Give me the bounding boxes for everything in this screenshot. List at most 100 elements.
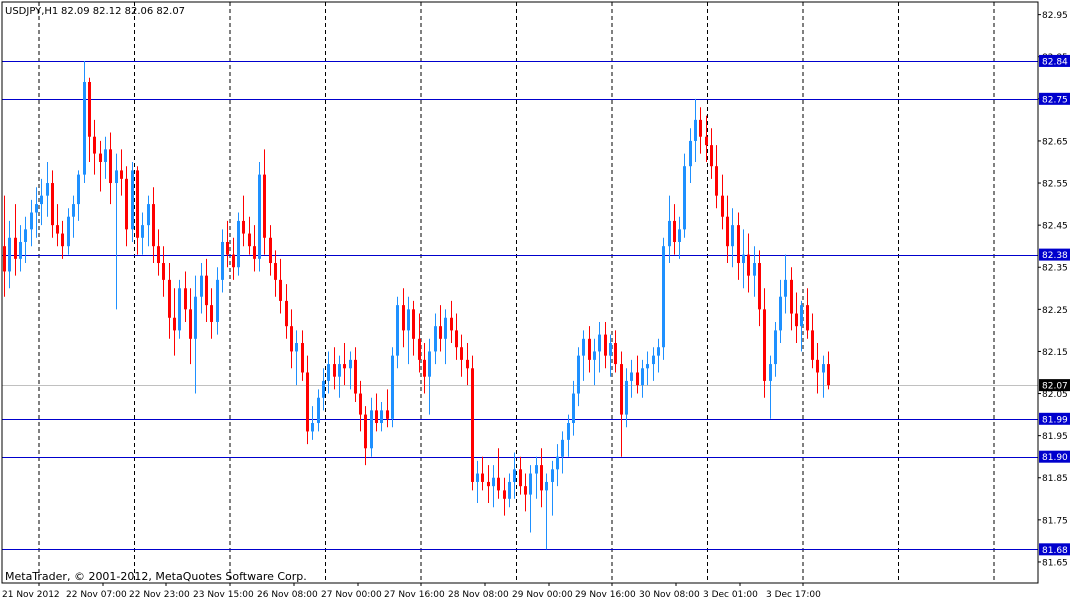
candle-body	[604, 334, 607, 356]
candle-body	[269, 237, 272, 264]
candle-body	[306, 372, 309, 432]
hline-price-label: 81.99	[1042, 415, 1068, 425]
price-tick-label: 82.95	[1042, 11, 1068, 21]
price-chart[interactable]: 82.9582.8582.7582.6582.5582.4582.3582.25…	[0, 0, 1075, 602]
candle-body	[460, 347, 463, 360]
candle-body	[598, 334, 601, 352]
time-tick-label: 23 Nov 15:00	[193, 590, 254, 600]
candle-body	[258, 174, 261, 259]
candle-body	[455, 330, 458, 348]
candle-body	[391, 355, 394, 419]
candle-body	[503, 490, 506, 499]
time-tick-label: 29 Nov 16:00	[575, 590, 636, 600]
candle-body	[450, 317, 453, 331]
time-tick-label: 22 Nov 07:00	[66, 590, 127, 600]
candle-body	[497, 477, 500, 491]
candle-body	[51, 183, 54, 226]
price-tick-label: 81.75	[1042, 516, 1068, 526]
candle-body	[263, 174, 266, 238]
candle-body	[407, 309, 410, 331]
candle-body	[248, 233, 251, 247]
candle-body	[290, 326, 293, 352]
candle-body	[737, 225, 740, 264]
hline-price-label: 82.84	[1042, 57, 1068, 67]
candle-body	[295, 343, 298, 352]
candle-body	[753, 263, 756, 276]
price-tick-label: 82.55	[1042, 180, 1068, 190]
candle-body	[226, 241, 229, 255]
candle-body	[588, 338, 591, 360]
candle-body	[205, 275, 208, 306]
candle-body	[152, 204, 155, 247]
candle-body	[162, 263, 165, 280]
candle-body	[141, 225, 144, 238]
current-price-label: 82.07	[1042, 382, 1068, 392]
candle-body	[301, 343, 304, 373]
candle-body	[705, 136, 708, 146]
candle-body	[242, 220, 245, 234]
candle-body	[593, 351, 596, 360]
candle-body	[99, 153, 102, 162]
chart-window[interactable]: 82.9582.8582.7582.6582.5582.4582.3582.25…	[0, 0, 1075, 602]
candle-body	[396, 305, 399, 356]
candle-body	[540, 465, 543, 491]
candle-body	[77, 174, 80, 205]
candle-body	[19, 241, 22, 259]
candle-body	[285, 300, 288, 327]
candle-body	[710, 145, 713, 167]
candle-body	[582, 338, 585, 356]
candle-body	[343, 364, 346, 369]
candle-body	[88, 81, 91, 137]
candle-body	[476, 473, 479, 482]
candle-body	[67, 216, 70, 247]
candle-body	[822, 364, 825, 373]
candle-body	[3, 246, 6, 272]
candle-body	[673, 220, 676, 242]
time-tick-label: 22 Nov 23:00	[129, 590, 190, 600]
candle-body	[726, 216, 729, 247]
time-tick-label: 26 Nov 08:00	[257, 590, 318, 600]
candle-body	[178, 288, 181, 331]
time-tick-label: 27 Nov 00:00	[321, 590, 382, 600]
bear-candle	[471, 355, 474, 491]
candle-body	[131, 170, 134, 230]
hline-price-label: 81.68	[1042, 546, 1068, 556]
candle-body	[577, 355, 580, 394]
candle-body	[24, 229, 27, 242]
candle-body	[715, 166, 718, 196]
candle-body	[657, 347, 660, 356]
candle-body	[221, 241, 224, 280]
candle-body	[683, 166, 686, 230]
candle-body	[556, 456, 559, 470]
candle-body	[380, 410, 383, 424]
candle-body	[434, 326, 437, 352]
bull-candle	[662, 237, 665, 360]
candle-body	[795, 313, 798, 327]
candle-body	[93, 136, 96, 154]
candle-body	[72, 204, 75, 217]
price-tick-label: 82.45	[1042, 222, 1068, 232]
candle-body	[774, 330, 777, 365]
candle-body	[168, 279, 171, 318]
candle-body	[30, 212, 33, 230]
candle-body	[609, 343, 612, 356]
candle-body	[444, 317, 447, 339]
candle-body	[784, 279, 787, 297]
candle-body	[636, 372, 639, 386]
candle-body	[572, 393, 575, 424]
candle-body	[561, 439, 564, 457]
candle-body	[779, 296, 782, 331]
price-tick-label: 81.85	[1042, 474, 1068, 484]
candle-body	[83, 81, 86, 175]
candle-body	[466, 359, 469, 369]
candle-body	[641, 368, 644, 386]
candle-body	[115, 170, 118, 184]
candle-body	[136, 170, 139, 238]
candle-body	[747, 254, 750, 276]
candle-body	[481, 473, 484, 482]
candle-body	[237, 220, 240, 268]
candle-body	[487, 481, 490, 487]
candle-body	[35, 204, 38, 213]
candle-body	[375, 410, 378, 424]
candle-body	[253, 246, 256, 259]
